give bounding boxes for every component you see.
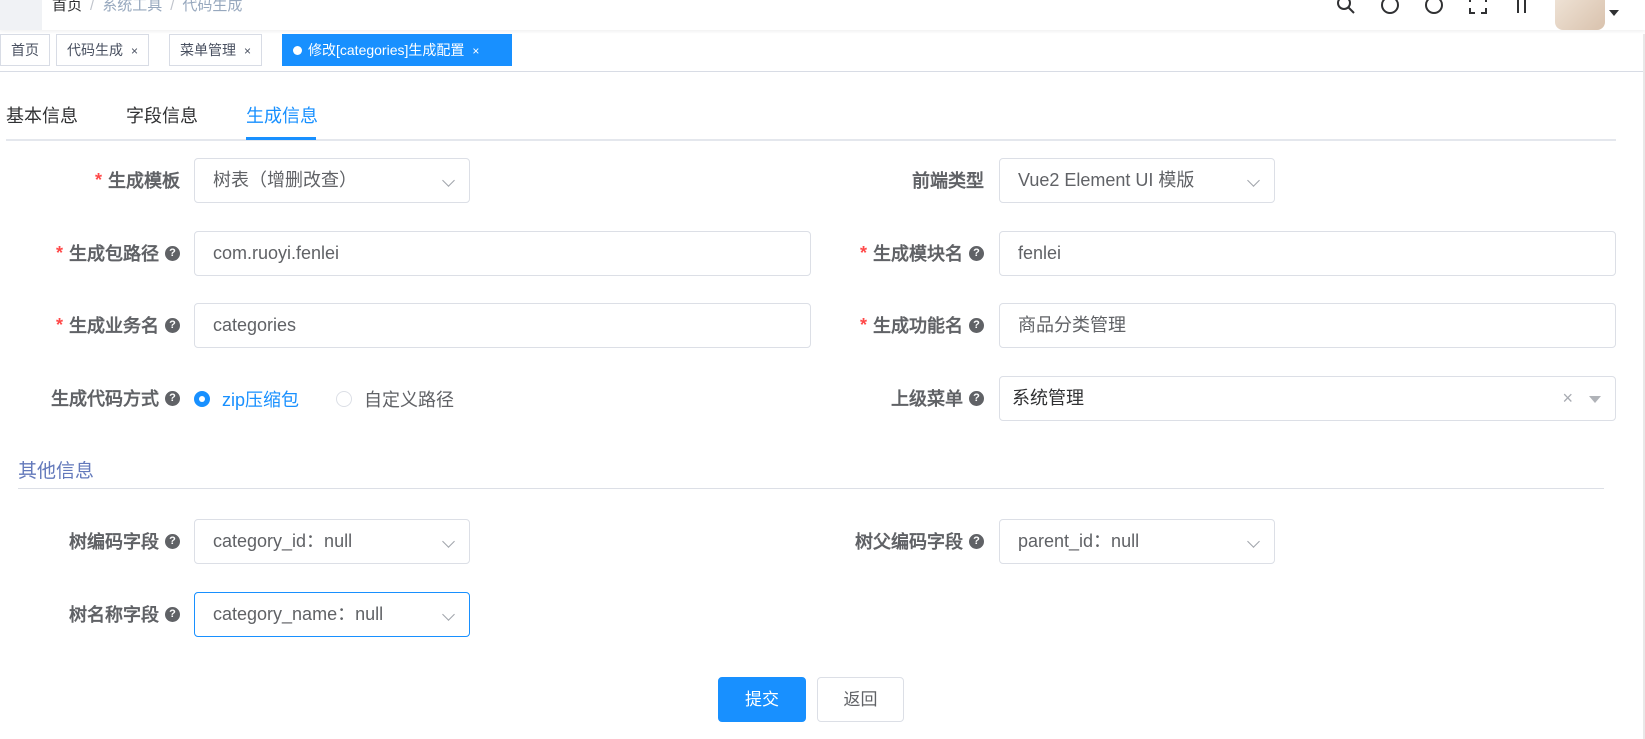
tree-name-select[interactable]: category_name：null: [194, 592, 470, 637]
breadcrumb-system-tools[interactable]: 系统工具: [102, 0, 162, 14]
tags-view: 首页 代码生成 × 菜单管理 × 修改[categories]生成配置 ×: [0, 34, 1645, 72]
avatar[interactable]: [1555, 0, 1605, 30]
tag-label: 首页: [11, 42, 39, 58]
breadcrumb: 首页 / 系统工具 / 代码生成: [52, 0, 242, 15]
active-dot-icon: [293, 46, 302, 55]
question-icon[interactable]: ?: [165, 317, 180, 333]
business-input[interactable]: categories: [194, 303, 811, 348]
radio-zip[interactable]: zip压缩包: [194, 386, 299, 412]
tag-label: 代码生成: [67, 42, 123, 58]
radio-unchecked-icon: [336, 391, 352, 407]
tag-menu-manage[interactable]: 菜单管理 ×: [169, 34, 263, 66]
question-icon[interactable]: ?: [969, 533, 984, 549]
github-icon[interactable]: [1379, 0, 1401, 16]
chevron-down-icon: [442, 174, 455, 187]
back-button[interactable]: 返回: [817, 677, 904, 722]
package-label: * 生成包路径?: [20, 241, 180, 265]
breadcrumb-home[interactable]: 首页: [52, 0, 82, 14]
tree-parent-label: 树父编码字段?: [820, 529, 984, 553]
parent-menu-treeselect[interactable]: 系统管理 ×: [999, 376, 1616, 421]
tab-bar: 基本信息 字段信息 生成信息: [6, 96, 1616, 141]
tab-basic-info[interactable]: 基本信息: [6, 102, 78, 128]
hamburger-menu-button[interactable]: [0, 0, 42, 30]
function-label: * 生成功能名?: [820, 313, 984, 337]
chevron-down-icon: [442, 535, 455, 548]
breadcrumb-code-gen: 代码生成: [182, 0, 243, 14]
question-icon[interactable]: ?: [969, 317, 984, 333]
navbar-right-menu: [1335, 0, 1605, 30]
close-icon[interactable]: ×: [472, 44, 479, 58]
section-title-other-info: 其他信息: [18, 461, 95, 482]
question-icon[interactable]: [1423, 0, 1445, 16]
close-icon[interactable]: ×: [131, 44, 138, 58]
caret-down-icon[interactable]: [1589, 396, 1601, 403]
clear-icon[interactable]: ×: [1562, 377, 1573, 420]
close-icon[interactable]: ×: [244, 44, 251, 58]
chevron-down-icon: [1247, 174, 1260, 187]
package-input[interactable]: com.ruoyi.fenlei: [194, 231, 811, 276]
submit-button[interactable]: 提交: [718, 677, 806, 722]
question-icon[interactable]: ?: [165, 245, 180, 261]
tree-code-label: 树编码字段?: [20, 529, 180, 553]
tab-gen-info[interactable]: 生成信息: [246, 102, 318, 128]
template-label: * 生成模板: [94, 169, 180, 192]
chevron-down-icon: [442, 608, 455, 621]
chevron-down-icon: [1247, 535, 1260, 548]
parent-menu-label: 上级菜单?: [820, 386, 984, 410]
caret-down-icon[interactable]: [1609, 10, 1619, 16]
radio-custom-path[interactable]: 自定义路径: [336, 386, 454, 412]
module-input[interactable]: fenlei: [999, 231, 1616, 276]
question-icon[interactable]: ?: [165, 533, 180, 549]
fullscreen-icon[interactable]: [1467, 0, 1489, 16]
tag-edit-gen-config[interactable]: 修改[categories]生成配置 ×: [282, 34, 512, 66]
tab-field-info[interactable]: 字段信息: [126, 102, 198, 128]
breadcrumb-separator: /: [90, 0, 95, 14]
tree-name-label: 树名称字段?: [20, 602, 180, 626]
template-select[interactable]: 树表（增删改查）: [194, 158, 470, 203]
divider: [18, 488, 1604, 489]
business-label: * 生成业务名?: [20, 313, 180, 337]
question-icon[interactable]: ?: [969, 390, 984, 406]
tag-label: 修改[categories]生成配置: [308, 42, 465, 58]
search-icon[interactable]: [1335, 0, 1357, 16]
frontend-type-label: 前端类型: [912, 171, 984, 191]
navbar: 首页 / 系统工具 / 代码生成: [0, 0, 1645, 30]
question-icon[interactable]: ?: [165, 606, 180, 622]
module-label: * 生成模块名?: [820, 241, 984, 265]
tree-parent-select[interactable]: parent_id：null: [999, 519, 1275, 564]
font-size-icon[interactable]: [1511, 0, 1533, 16]
question-icon[interactable]: ?: [165, 390, 180, 406]
tree-code-select[interactable]: category_id：null: [194, 519, 470, 564]
question-icon[interactable]: ?: [969, 245, 984, 261]
tag-home[interactable]: 首页: [0, 34, 50, 66]
frontend-type-select[interactable]: Vue2 Element UI 模版: [999, 158, 1275, 203]
tab-active-indicator: [246, 137, 316, 140]
gentype-label: 生成代码方式?: [20, 386, 180, 410]
breadcrumb-separator: /: [170, 0, 175, 14]
function-input[interactable]: 商品分类管理: [999, 303, 1616, 348]
tag-label: 菜单管理: [180, 42, 236, 58]
tag-code-gen[interactable]: 代码生成 ×: [56, 34, 150, 66]
radio-checked-icon: [194, 391, 210, 407]
